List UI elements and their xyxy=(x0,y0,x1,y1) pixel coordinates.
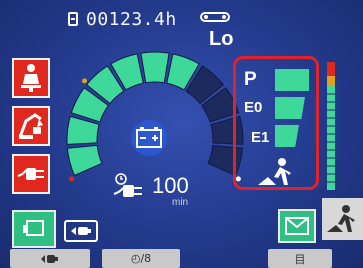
mode-bar-e1 xyxy=(275,125,299,147)
message-button[interactable] xyxy=(278,209,316,243)
display-toggle-button[interactable] xyxy=(12,210,56,248)
operator-seat-warning[interactable] xyxy=(12,58,50,98)
warning-column xyxy=(12,58,54,202)
battery-icon xyxy=(131,120,167,156)
softkey-2[interactable]: ◴/8 xyxy=(102,249,180,268)
hour-meter-value: 00123.4h xyxy=(86,8,177,30)
mode-bar-p xyxy=(275,69,309,91)
charging-plug-icon xyxy=(17,168,44,180)
monitor-screen: 00123.4h Lo 100 min P E0 E1 ◴/8 目 xyxy=(0,0,363,268)
auxiliary-status-icon-box xyxy=(64,220,98,242)
softkey-strip: ◴/8 目 xyxy=(0,249,363,268)
work-mode-button[interactable] xyxy=(322,198,363,240)
gauge-marker xyxy=(69,176,75,182)
worker-icon xyxy=(326,205,355,232)
excavator-lock-icon xyxy=(18,113,43,139)
mode-label-e1: E1 xyxy=(251,129,270,146)
softkey-1[interactable] xyxy=(10,249,90,268)
battery-indicator xyxy=(129,118,169,158)
hour-meter: 00123.4h xyxy=(68,6,177,32)
charging-plug-warning[interactable] xyxy=(12,154,50,194)
softkey-3[interactable]: 目 xyxy=(268,249,332,268)
remaining-minutes-value: 100 xyxy=(152,173,189,198)
hour-meter-icon xyxy=(68,12,78,26)
remaining-minutes-unit: min xyxy=(172,197,189,208)
remaining-time: 100 xyxy=(112,172,189,200)
plug-arrow-icon xyxy=(41,254,58,263)
gauge-segment xyxy=(140,51,170,84)
mode-bar-e0 xyxy=(275,97,305,119)
plug-arrow-icon xyxy=(71,227,91,235)
timer-plug-icon xyxy=(113,173,142,197)
screen-switch-icon xyxy=(23,220,44,236)
level-bar xyxy=(327,62,335,190)
mail-icon xyxy=(285,217,309,235)
crawler-track-icon xyxy=(200,12,230,22)
gauge-marker xyxy=(82,78,88,84)
power-mode-panel: P E0 E1 xyxy=(233,56,319,190)
gauge-segment xyxy=(66,144,103,177)
operator-seat-icon xyxy=(21,64,41,92)
worker-icon xyxy=(258,158,291,185)
mode-label-p: P xyxy=(244,69,257,90)
mode-label-e0: E0 xyxy=(244,99,263,116)
excavator-lock-warning[interactable] xyxy=(12,106,50,146)
